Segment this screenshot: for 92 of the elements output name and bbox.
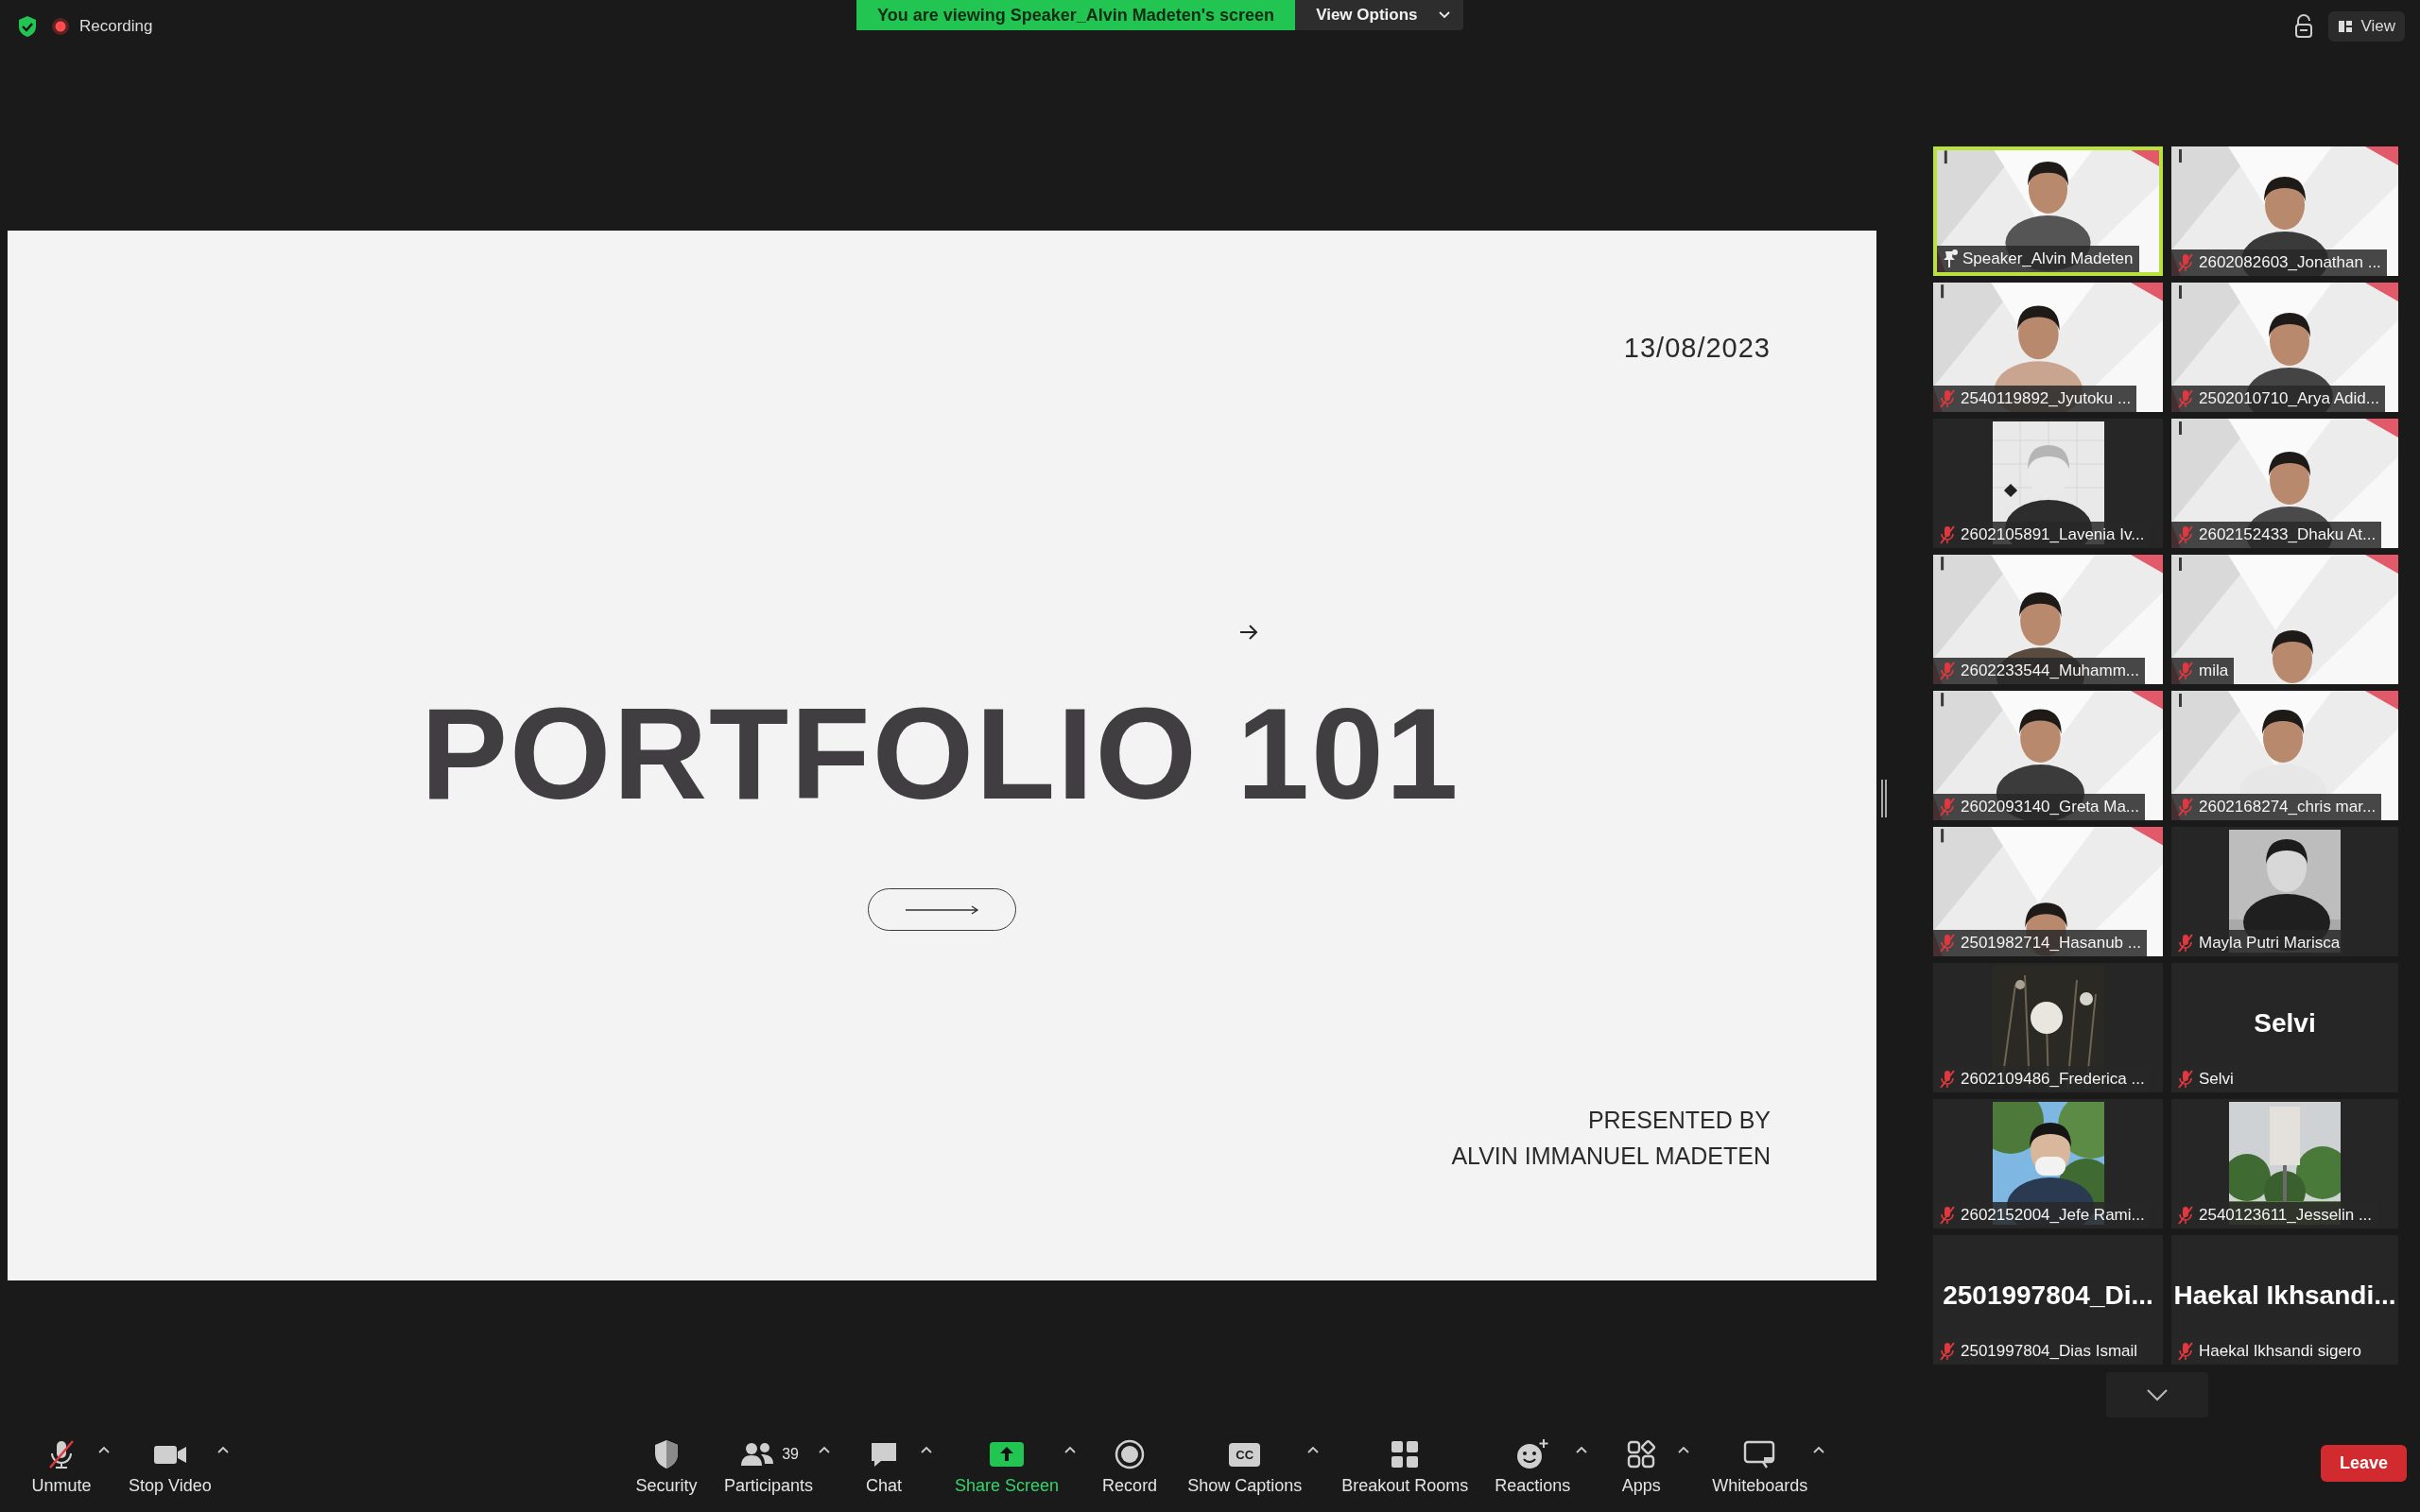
video-tile[interactable]: 2602233544_Muhamm...	[1933, 555, 2163, 684]
caret-icon[interactable]	[1576, 1446, 1588, 1453]
caret-icon[interactable]	[216, 1446, 229, 1453]
arrow-cursor-icon	[1238, 624, 1259, 641]
video-tile[interactable]: 2501997804_Di... 2501997804_Dias Ismail	[1933, 1235, 2163, 1365]
toolbar-button[interactable]: Chat	[841, 1435, 927, 1500]
share-screen-icon	[989, 1440, 1026, 1469]
pin-icon	[1943, 249, 1958, 268]
video-tile[interactable]: 2602109486_Frederica ...	[1933, 963, 2163, 1092]
video-tile[interactable]: 2502010710_Arya Adid...	[2171, 283, 2398, 412]
muted-microphone-icon	[1939, 934, 1956, 953]
video-tile[interactable]: 2602152433_Dhaku At...	[2171, 419, 2398, 548]
slide-date: 13/08/2023	[1623, 333, 1771, 364]
long-arrow-icon	[904, 904, 980, 915]
video-tile[interactable]: 2540123611_Jesselin ...	[2171, 1099, 2398, 1228]
toolbar-button[interactable]: Breakout Rooms	[1330, 1435, 1480, 1500]
muted-microphone-icon	[2177, 934, 2194, 953]
muted-microphone-icon	[1939, 662, 1956, 680]
name-label: 2602233544_Muhamm...	[1933, 658, 2146, 684]
video-tile[interactable]: Speaker_Alvin Madeten	[1933, 146, 2163, 276]
recording-label: Recording	[79, 17, 153, 36]
name-label: Speaker_Alvin Madeten	[1937, 246, 2139, 272]
participant-name: Haekal Ikhsandi...	[2172, 1280, 2397, 1311]
muted-microphone-icon	[2177, 662, 2194, 680]
leave-button[interactable]: Leave	[2320, 1445, 2407, 1482]
caret-icon[interactable]	[1813, 1446, 1825, 1453]
toolbar-button[interactable]: Record	[1087, 1435, 1173, 1500]
video-tile[interactable]: 2602152004_Jefe Rami...	[1933, 1099, 2163, 1228]
video-tile[interactable]: 2602093140_Greta Ma...	[1933, 691, 2163, 820]
muted-microphone-icon	[2177, 389, 2194, 408]
participant-name: Selvi	[2253, 1008, 2317, 1039]
muted-microphone-icon	[1939, 1070, 1956, 1089]
muted-microphone-icon	[2177, 1206, 2194, 1225]
video-tile[interactable]: mila	[2171, 555, 2398, 684]
smiley-plus-icon	[1514, 1438, 1551, 1470]
name-label: 2540119892_Jyutoku ...	[1933, 386, 2137, 412]
video-tile[interactable]: 2602105891_Lavenia Iv...	[1933, 419, 2163, 548]
muted-microphone-icon	[2177, 798, 2194, 816]
toolbar-button[interactable]: Security	[624, 1435, 709, 1500]
caret-icon[interactable]	[921, 1446, 933, 1453]
caret-icon[interactable]	[1307, 1446, 1320, 1453]
captions-icon: CC	[1229, 1442, 1261, 1467]
presenter-text: ALVIN IMMANUEL MADETEN	[1451, 1142, 1771, 1171]
muted-microphone-icon	[2177, 253, 2194, 272]
toolbar-button[interactable]: Unmute	[19, 1435, 104, 1500]
muted-microphone-icon	[1939, 798, 1956, 816]
record-icon	[1114, 1438, 1147, 1470]
video-tile[interactable]: Selvi Selvi	[2171, 963, 2398, 1092]
lock-icon[interactable]	[2294, 14, 2314, 39]
name-label: 2501982714_Hasanub ...	[1933, 930, 2147, 956]
toolbar-button[interactable]: 39 Participants	[713, 1435, 825, 1500]
muted-microphone-icon	[1939, 1206, 1956, 1225]
toolbar-button[interactable]: Share Screen	[943, 1435, 1071, 1500]
name-label: 2502010710_Arya Adid...	[2171, 386, 2385, 412]
caret-icon[interactable]	[1064, 1446, 1077, 1453]
layout-icon	[2338, 19, 2354, 34]
video-tile[interactable]: Haekal Ikhsandi... Haekal Ikhsandi sigero	[2171, 1235, 2398, 1365]
toolbar-button[interactable]: Whiteboards	[1701, 1435, 1820, 1500]
caret-icon[interactable]	[98, 1446, 110, 1453]
muted-microphone-icon	[2177, 525, 2194, 544]
video-tile[interactable]: 2540119892_Jyutoku ...	[1933, 283, 2163, 412]
muted-microphone-icon	[1939, 1342, 1956, 1361]
name-label: 2602152433_Dhaku At...	[2171, 522, 2382, 548]
toolbar-button[interactable]: CC Show Captions	[1176, 1435, 1314, 1500]
toolbar-button[interactable]: Reactions	[1483, 1435, 1582, 1500]
view-button[interactable]: View	[2328, 11, 2405, 42]
name-label: 2602082603_Jonathan ...	[2171, 249, 2387, 276]
name-label: 2602093140_Greta Ma...	[1933, 794, 2146, 820]
toolbar-button[interactable]: Stop Video	[117, 1435, 223, 1500]
resize-handle[interactable]	[1881, 780, 1887, 817]
muted-microphone-icon	[1939, 525, 1956, 544]
shield-check-icon[interactable]	[17, 15, 38, 38]
presenter-text: PRESENTED BY	[1587, 1106, 1771, 1135]
chevron-down-icon	[2146, 1388, 2169, 1401]
muted-microphone-icon	[2177, 1342, 2194, 1361]
caret-icon[interactable]	[819, 1446, 831, 1453]
muted-microphone-icon	[1939, 389, 1956, 408]
apps-icon	[1625, 1438, 1658, 1470]
view-options-button[interactable]: View Options	[1295, 0, 1463, 30]
video-tile[interactable]: 2501982714_Hasanub ...	[1933, 827, 2163, 956]
video-tile[interactable]: 2602168274_chris mar...	[2171, 691, 2398, 820]
muted-microphone-icon	[2177, 1070, 2194, 1089]
viewing-banner: You are viewing Speaker_Alvin Madeten's screen	[856, 0, 1296, 30]
toolbar-button[interactable]: Apps	[1599, 1435, 1685, 1500]
video-tile[interactable]: Mayla Putri Marisca	[2171, 827, 2398, 956]
slide-title: PORTFOLIO 101	[421, 688, 1461, 818]
name-label: mila	[2171, 658, 2235, 684]
caret-icon[interactable]	[1678, 1446, 1690, 1453]
name-label: 2602168274_chris mar...	[2171, 794, 2382, 820]
video-tile[interactable]: 2602082603_Jonathan ...	[2171, 146, 2398, 276]
participant-name: 2501997804_Di...	[1942, 1280, 2154, 1311]
chevron-down-icon	[1438, 11, 1450, 19]
